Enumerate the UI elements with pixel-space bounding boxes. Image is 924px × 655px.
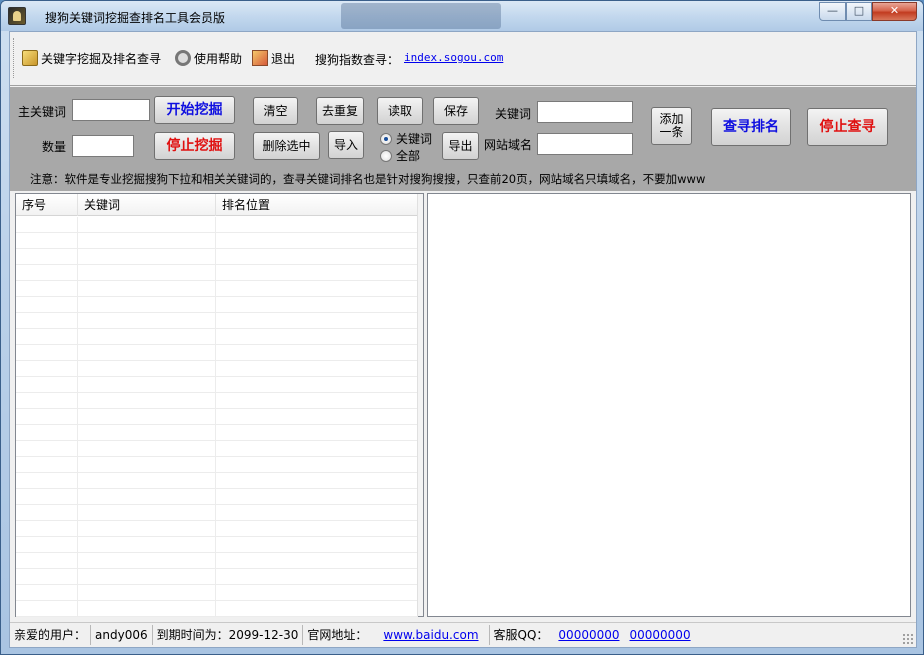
status-site-label: 官网地址：: [307, 628, 368, 642]
radio-all-label: 全部: [396, 149, 421, 163]
status-qq-label: 客服QQ：: [493, 628, 549, 642]
app-logo-icon: [8, 7, 26, 25]
menu-exit[interactable]: 退出: [252, 49, 295, 67]
resize-grip-icon[interactable]: [902, 633, 914, 645]
query-rank-button[interactable]: 查寻排名: [711, 108, 791, 146]
sogou-index-label: 搜狗指数查寻：: [315, 53, 400, 67]
main-keyword-label: 主关键词: [18, 105, 67, 119]
status-expire: 到期时间为：2099-12-30: [153, 625, 304, 645]
delete-selected-button[interactable]: 删除选中: [253, 132, 320, 160]
gear-icon: [175, 50, 191, 66]
export-button[interactable]: 导出: [442, 132, 479, 160]
count-label: 数量: [42, 140, 67, 154]
status-qq-1-cell: 00000000: [552, 625, 623, 645]
status-qq-2[interactable]: 00000000: [630, 628, 691, 642]
save-button[interactable]: 保存: [433, 97, 479, 125]
radio-all-indicator[interactable]: [380, 149, 392, 162]
read-button[interactable]: 读取: [377, 97, 423, 125]
import-button[interactable]: 导入: [328, 131, 364, 159]
status-qq-1[interactable]: 00000000: [558, 628, 619, 642]
count-input[interactable]: [72, 135, 134, 157]
menu-exit-label: 退出: [271, 51, 296, 66]
keyword-label: 关键词: [495, 107, 532, 121]
dedupe-button[interactable]: 去重复: [316, 97, 364, 125]
column-header-index[interactable]: 序号: [16, 194, 78, 216]
status-user-label: 亲爱的用户：: [10, 625, 92, 645]
radio-keyword-indicator[interactable]: [380, 132, 392, 145]
stop-mining-button[interactable]: 停止挖掘: [154, 132, 235, 160]
main-keyword-input[interactable]: [72, 99, 150, 121]
radio-keyword-label: 关键词: [396, 132, 433, 146]
menu-help[interactable]: 使用帮助: [175, 49, 242, 67]
radio-keyword[interactable]: 关键词: [380, 130, 432, 147]
grid-scrollbar[interactable]: [417, 194, 423, 616]
window-controls: — □ ✕: [819, 2, 917, 21]
sogou-index-link[interactable]: index.sogou.com: [404, 51, 503, 64]
status-site-link[interactable]: www.baidu.com: [383, 628, 478, 642]
app-window: 搜狗关键词挖掘查排名工具会员版 — □ ✕ 关键字挖掘及排名查寻 使用帮助 退出…: [0, 0, 924, 655]
client-area: 关键字挖掘及排名查寻 使用帮助 退出 搜狗指数查寻： index.sogou.c…: [9, 31, 917, 648]
add-one-button[interactable]: 添加 一条: [651, 107, 692, 145]
close-button[interactable]: ✕: [872, 2, 917, 21]
window-title: 搜狗关键词挖掘查排名工具会员版: [45, 11, 226, 25]
grid-header: 序号 关键词 排名位置: [16, 194, 418, 216]
column-header-keyword[interactable]: 关键词: [78, 194, 216, 216]
column-header-rank[interactable]: 排名位置: [216, 194, 418, 216]
stop-query-button[interactable]: 停止查寻: [807, 108, 888, 146]
exit-icon: [252, 50, 268, 66]
title-bar[interactable]: 搜狗关键词挖掘查排名工具会员版 — □ ✕: [1, 1, 923, 31]
menu-keyword-mining-label: 关键字挖掘及排名查寻: [41, 51, 162, 66]
status-qq-2-cell: 00000000: [624, 625, 695, 645]
notice-text: 注意：软件是专业挖掘搜狗下拉和相关关键词的，查寻关键词排名也是针对搜狗搜搜，只查…: [30, 172, 706, 186]
start-mining-button[interactable]: 开始挖掘: [154, 96, 235, 124]
menu-help-label: 使用帮助: [194, 51, 243, 66]
status-user-name: andy006: [91, 625, 153, 645]
maximize-button[interactable]: □: [846, 2, 872, 21]
domain-input[interactable]: [537, 133, 633, 155]
control-panel: 主关键词 开始挖掘 数量 停止挖掘 清空 删除选中 去重复 导入 读取 关键词 …: [10, 87, 916, 191]
status-bar: 亲爱的用户： andy006 到期时间为：2099-12-30 官网地址： ww…: [10, 622, 916, 647]
menu-keyword-mining[interactable]: 关键字挖掘及排名查寻: [22, 49, 161, 67]
status-site-link-cell: www.baidu.com: [371, 625, 490, 645]
domain-label: 网站域名: [484, 138, 533, 152]
grid-body[interactable]: [16, 217, 418, 617]
keyword-grid[interactable]: 序号 关键词 排名位置: [15, 193, 424, 617]
add-one-label-2: 一条: [659, 125, 684, 139]
keyword-input[interactable]: [537, 101, 633, 123]
key-icon: [22, 50, 38, 66]
result-pane[interactable]: [427, 193, 911, 617]
minimize-button[interactable]: —: [819, 2, 846, 21]
toolbar: 关键字挖掘及排名查寻 使用帮助 退出 搜狗指数查寻： index.sogou.c…: [10, 32, 916, 86]
clear-button[interactable]: 清空: [253, 97, 298, 125]
radio-all[interactable]: 全部: [380, 147, 420, 164]
background-window-ghost: [341, 3, 501, 29]
